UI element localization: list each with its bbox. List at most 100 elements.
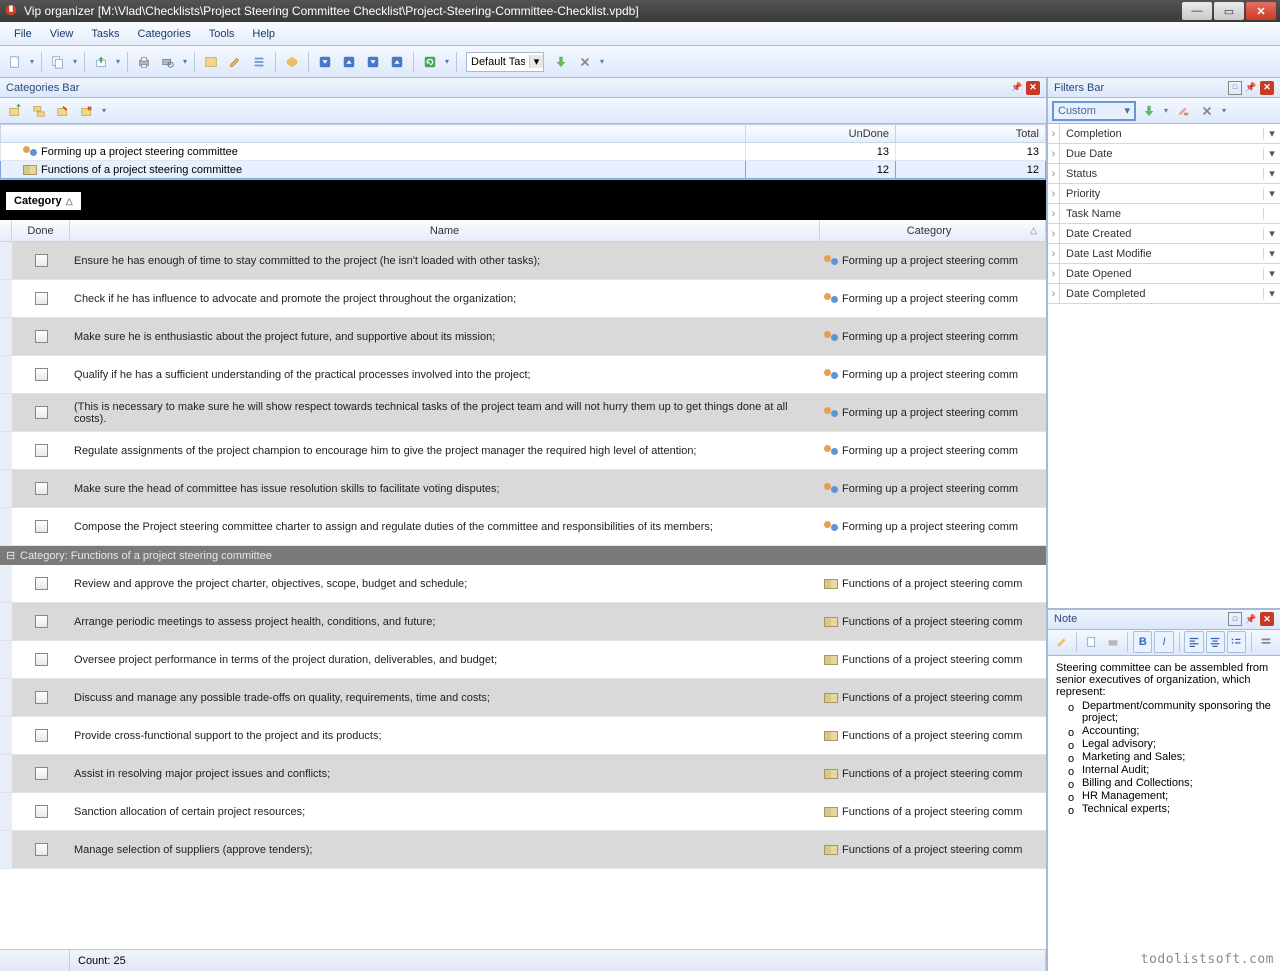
filter-row[interactable]: ›Task Name [1048,204,1280,224]
task-row[interactable]: Check if he has influence to advocate an… [0,280,1046,318]
category-group-row[interactable]: ⊟Category: Functions of a project steeri… [0,546,1046,565]
up-blue-icon[interactable] [338,51,360,73]
down-blue-icon[interactable] [314,51,336,73]
done-checkbox[interactable] [35,729,48,742]
list-icon[interactable] [248,51,270,73]
done-checkbox[interactable] [35,482,48,495]
done-checkbox[interactable] [35,805,48,818]
tag-icon[interactable] [281,51,303,73]
col-done[interactable]: Done [12,220,70,241]
done-checkbox[interactable] [35,406,48,419]
done-checkbox[interactable] [35,843,48,856]
task-template-selector[interactable]: ▾ [466,52,544,72]
done-checkbox[interactable] [35,653,48,666]
edit-icon[interactable] [224,51,246,73]
new-icon[interactable] [4,51,26,73]
task-row[interactable]: Qualify if he has a sufficient understan… [0,356,1046,394]
print-dropdown[interactable]: ▾ [181,57,189,66]
task-grid-body[interactable]: Ensure he has enough of time to stay com… [0,242,1046,949]
task-row[interactable]: Review and approve the project charter, … [0,565,1046,603]
menu-help[interactable]: Help [244,25,283,43]
task-row[interactable]: Oversee project performance in terms of … [0,641,1046,679]
filter-row[interactable]: ›Date Created▾ [1048,224,1280,244]
note-print-icon[interactable] [1103,631,1122,653]
filter-row[interactable]: ›Date Completed▾ [1048,284,1280,304]
export-icon[interactable] [90,51,112,73]
task-row[interactable]: Provide cross-functional support to the … [0,717,1046,755]
align-center-icon[interactable] [1206,631,1225,653]
refresh-icon[interactable] [419,51,441,73]
done-checkbox[interactable] [35,691,48,704]
category-row[interactable]: Forming up a project steering committee1… [1,143,1046,161]
delete-dropdown[interactable]: ▾ [598,57,606,66]
bold-icon[interactable]: B [1133,631,1152,653]
filter-preset-selector[interactable]: Custom ▾ [1052,101,1136,121]
task-row[interactable]: Arrange periodic meetings to assess proj… [0,603,1046,641]
note-content[interactable]: Steering committee can be assembled from… [1048,656,1280,971]
task-row[interactable]: Sanction allocation of certain project r… [0,793,1046,831]
close-button[interactable]: ✕ [1246,2,1276,20]
panel-close-icon[interactable]: ✕ [1260,81,1274,95]
task-row[interactable]: Manage selection of suppliers (approve t… [0,831,1046,869]
done-checkbox[interactable] [35,767,48,780]
delete-filter-icon[interactable] [1196,100,1218,122]
filter-row[interactable]: ›Completion▾ [1048,124,1280,144]
up-blue2-icon[interactable] [386,51,408,73]
category-row[interactable]: Functions of a project steering committe… [1,161,1046,179]
category-dropdown[interactable]: ▾ [100,106,108,115]
print-icon[interactable] [133,51,155,73]
panel-close-icon[interactable]: ✕ [1026,81,1040,95]
categories-col-undone[interactable]: UnDone [746,125,896,143]
pin-icon[interactable]: 📌 [1010,81,1024,95]
task-row[interactable]: Assist in resolving major project issues… [0,755,1046,793]
clear-filter-icon[interactable] [1172,100,1194,122]
filter-row[interactable]: ›Due Date▾ [1048,144,1280,164]
group-by-chip[interactable]: Category △ [6,192,81,210]
categories-col-name[interactable] [1,125,746,143]
copy-icon[interactable] [47,51,69,73]
pin-icon[interactable]: 📌 [1244,612,1258,626]
delete-icon[interactable] [574,51,596,73]
print-preview-icon[interactable] [157,51,179,73]
note-copy-icon[interactable] [1082,631,1101,653]
filter-row[interactable]: ›Date Last Modifie▾ [1048,244,1280,264]
done-checkbox[interactable] [35,444,48,457]
minimize-button[interactable]: — [1182,2,1212,20]
new-category-icon[interactable] [4,100,26,122]
task-row[interactable]: Discuss and manage any possible trade-of… [0,679,1046,717]
panel-max-icon[interactable]: □ [1228,612,1242,626]
note-edit-icon[interactable] [1052,631,1071,653]
refresh-dropdown[interactable]: ▾ [443,57,451,66]
bullet-list-icon[interactable] [1227,631,1246,653]
filter-row[interactable]: ›Date Opened▾ [1048,264,1280,284]
task-row[interactable]: Make sure he is enthusiastic about the p… [0,318,1046,356]
menu-tasks[interactable]: Tasks [83,25,127,43]
down-blue2-icon[interactable] [362,51,384,73]
filter-row[interactable]: ›Status▾ [1048,164,1280,184]
edit-category-icon[interactable] [52,100,74,122]
task-icon[interactable] [200,51,222,73]
menu-categories[interactable]: Categories [130,25,199,43]
save-filter-dropdown[interactable]: ▾ [1162,106,1170,115]
delete-filter-dropdown[interactable]: ▾ [1220,106,1228,115]
task-row[interactable]: Make sure the head of committee has issu… [0,470,1046,508]
col-name[interactable]: Name [70,220,820,241]
task-row[interactable]: Regulate assignments of the project cham… [0,432,1046,470]
filter-row[interactable]: ›Priority▾ [1048,184,1280,204]
pin-icon[interactable]: 📌 [1244,81,1258,95]
done-checkbox[interactable] [35,330,48,343]
maximize-button[interactable]: ▭ [1214,2,1244,20]
categories-col-total[interactable]: Total [896,125,1046,143]
align-left-icon[interactable] [1184,631,1203,653]
copy-dropdown[interactable]: ▾ [71,57,79,66]
apply-icon[interactable] [550,51,572,73]
menu-file[interactable]: File [6,25,40,43]
task-row[interactable]: (This is necessary to make sure he will … [0,394,1046,432]
task-row[interactable]: Ensure he has enough of time to stay com… [0,242,1046,280]
italic-icon[interactable]: I [1154,631,1173,653]
done-checkbox[interactable] [35,615,48,628]
export-dropdown[interactable]: ▾ [114,57,122,66]
done-checkbox[interactable] [35,368,48,381]
delete-category-icon[interactable] [76,100,98,122]
done-checkbox[interactable] [35,292,48,305]
